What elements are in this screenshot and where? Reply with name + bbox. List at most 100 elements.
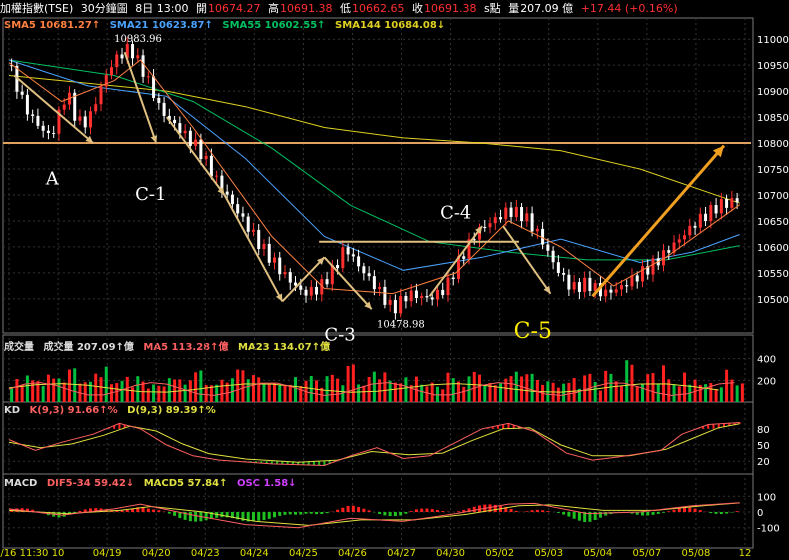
osc-bar — [315, 512, 319, 515]
x-tick-label: 05/08 — [682, 548, 711, 559]
candle-body — [383, 286, 387, 305]
volume-bar — [94, 373, 98, 402]
candle-body — [188, 130, 192, 146]
volume-bar — [215, 384, 219, 402]
candle-body — [567, 274, 571, 290]
candle-body — [52, 133, 56, 135]
volume-bar — [246, 379, 250, 402]
price-tick-label: 10650 — [757, 217, 789, 228]
candle-body — [315, 286, 319, 295]
osc-bar — [577, 512, 581, 521]
volume-tick-label: 400 — [757, 355, 776, 366]
x-tick-label: 10 — [52, 548, 65, 559]
osc-bar — [420, 508, 424, 512]
volume-bar — [472, 371, 476, 402]
candle-body — [577, 282, 581, 292]
candle-body — [451, 277, 455, 280]
osc-bar — [435, 510, 439, 512]
candle-body — [735, 198, 739, 203]
candle-body — [409, 290, 413, 302]
volume-bar — [646, 374, 650, 402]
candle-body — [278, 257, 282, 275]
osc-bar — [320, 512, 324, 514]
volume-bar — [104, 366, 108, 402]
candle-body — [115, 54, 119, 68]
candle-body — [556, 262, 560, 273]
osc-bar — [188, 512, 192, 522]
candle-body — [441, 289, 445, 296]
volume-bar — [194, 372, 198, 402]
candle-body — [414, 290, 418, 298]
osc-bar — [567, 512, 571, 517]
osc-bar — [152, 509, 156, 512]
candle-body — [514, 207, 518, 218]
macd-tick-label: 0 — [757, 508, 763, 519]
candle-body — [635, 275, 639, 282]
candle-body — [20, 91, 24, 95]
price-tick-label: 10600 — [757, 243, 789, 254]
volume-bar — [425, 386, 429, 402]
volume-bar — [20, 384, 24, 402]
osc-bar — [351, 505, 355, 512]
osc-bar — [651, 512, 655, 515]
kd-tick-label: 80 — [757, 425, 770, 436]
volume-bar — [99, 377, 103, 402]
candle-body — [609, 289, 613, 293]
label-a: A — [45, 169, 60, 190]
osc-bar — [125, 510, 129, 512]
volume-bar — [740, 383, 744, 402]
volume-bar — [157, 385, 161, 402]
volume-bar — [635, 387, 639, 402]
volume-bar — [383, 372, 387, 402]
volume-bar — [125, 376, 129, 402]
candle-body — [688, 225, 692, 236]
osc-bar — [640, 512, 644, 516]
volume-bar — [257, 377, 261, 402]
osc-bar — [262, 512, 266, 521]
osc-bar — [399, 512, 403, 516]
osc-bar — [146, 508, 150, 512]
volume-bar — [520, 376, 524, 402]
x-tick-label: 04/20 — [142, 548, 171, 559]
volume-bar — [430, 382, 434, 402]
candle-body — [367, 273, 371, 277]
candle-body — [251, 229, 255, 232]
candle-body — [583, 277, 587, 292]
osc-bar — [525, 511, 529, 512]
osc-bar — [257, 512, 261, 521]
kd-tick-label: 20 — [757, 457, 770, 468]
volume-bar — [267, 384, 271, 402]
x-tick-label: 05/03 — [534, 548, 563, 559]
volume-bar — [288, 384, 292, 402]
volume-bar — [725, 369, 729, 402]
osc-bar — [430, 509, 434, 512]
osc-bar — [272, 512, 276, 518]
candle-body — [46, 130, 50, 134]
osc-bar — [362, 508, 366, 512]
osc-bar — [304, 512, 308, 514]
volume-bar — [625, 360, 629, 402]
x-tick-label: 12 — [739, 548, 752, 559]
candle-body — [362, 266, 366, 274]
candle-body — [604, 289, 608, 297]
candle-body — [404, 295, 408, 302]
osc-bar — [530, 510, 534, 512]
osc-bar — [173, 512, 177, 516]
candle-body — [88, 111, 92, 128]
d-line — [8, 423, 740, 463]
x-tick-label: 05/04 — [583, 548, 612, 559]
volume-bar — [88, 381, 92, 402]
volume-bar — [672, 384, 676, 402]
volume-bar — [593, 382, 597, 402]
candle-body — [509, 207, 513, 218]
osc-bar — [194, 512, 198, 522]
osc-bar — [509, 508, 513, 512]
volume-bar — [272, 382, 276, 402]
x-tick-label: 04/25 — [289, 548, 318, 559]
candle-body — [104, 75, 108, 87]
volume-bar — [572, 378, 576, 402]
candle-body — [719, 199, 723, 214]
candle-body — [309, 286, 313, 296]
candle-body — [246, 216, 250, 232]
osc-bar — [283, 512, 287, 515]
